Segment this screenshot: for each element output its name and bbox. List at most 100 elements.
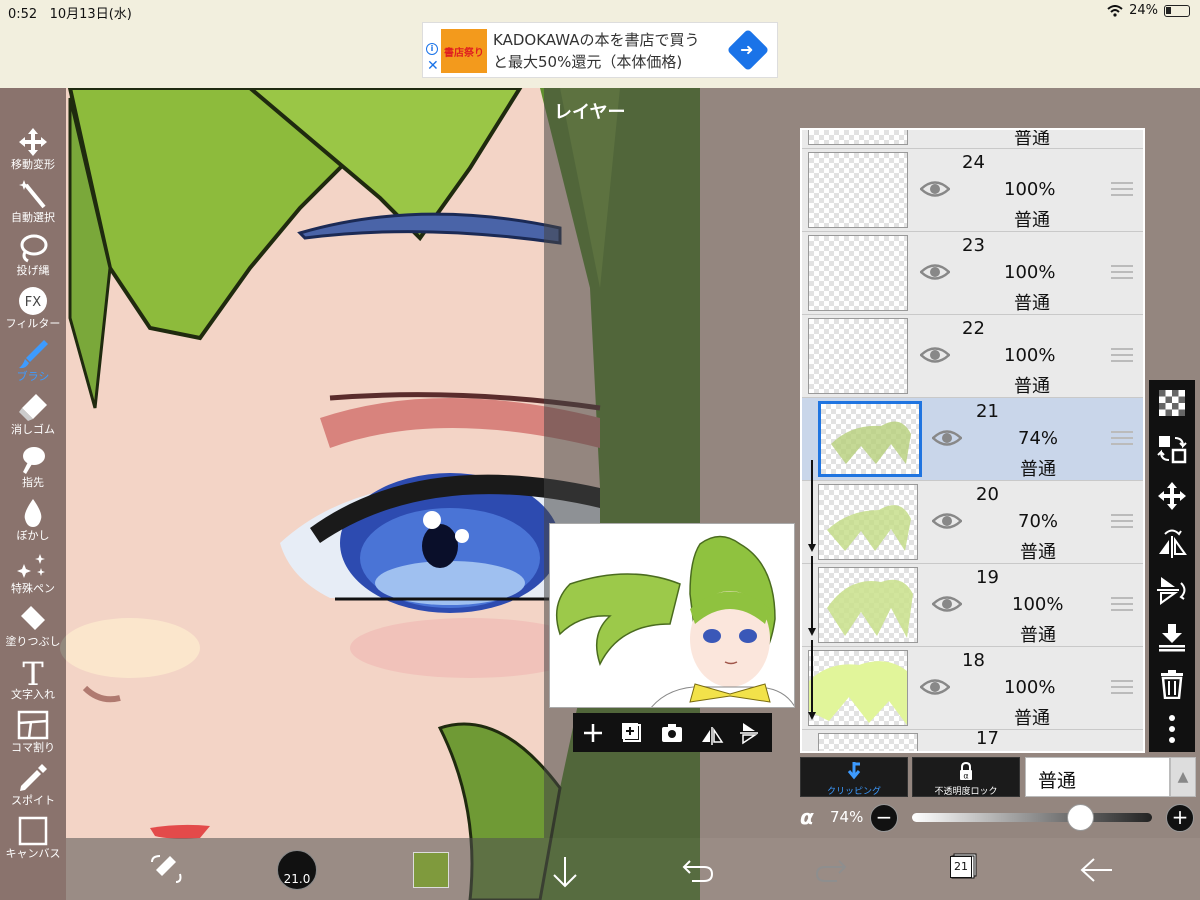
layer-blend-mode: 普通	[1014, 128, 1050, 149]
redo-icon[interactable]	[815, 855, 847, 885]
layer-thumbnail	[818, 484, 918, 560]
special-pen-icon	[17, 554, 45, 578]
ad-banner[interactable]: i ✕ 書店祭り KADOKAWAの本を書店で買う と最大50%還元（本体価格)…	[422, 22, 778, 78]
brush-size-button[interactable]: 21.0	[277, 850, 317, 890]
visibility-eye-icon[interactable]	[932, 512, 962, 530]
opacity-increase-button[interactable]: +	[1166, 804, 1194, 832]
battery-percent: 24%	[1129, 3, 1158, 18]
undo-icon[interactable]	[682, 855, 714, 885]
blend-mode-select[interactable]: 普通	[1025, 757, 1170, 797]
layer-thumbnail	[818, 733, 918, 751]
layer-swap-icon[interactable]	[1157, 434, 1187, 464]
merge-down-icon[interactable]	[1157, 622, 1187, 652]
drag-handle-icon[interactable]	[1111, 597, 1133, 611]
tool-fill[interactable]: 塗りつぶし	[0, 601, 66, 654]
transparency-icon[interactable]	[1157, 388, 1187, 418]
drag-handle-icon[interactable]	[1111, 265, 1133, 279]
ad-image[interactable]: 書店祭り	[441, 29, 487, 73]
tool-brush[interactable]: ブラシ	[0, 336, 66, 389]
tool-eraser[interactable]: 消しゴム	[0, 389, 66, 442]
layer-blend-mode: 普通	[1020, 625, 1056, 646]
layer-row[interactable]: 24 100% 普通	[802, 149, 1143, 232]
bottom-toolbar	[66, 838, 1200, 900]
drag-handle-icon[interactable]	[1111, 514, 1133, 528]
layer-opacity: 100%	[1004, 677, 1056, 698]
alpha-lock-label: 不透明度ロック	[934, 787, 998, 797]
back-arrow-icon[interactable]	[1080, 855, 1114, 885]
ad-info-icon[interactable]: i	[426, 43, 438, 55]
tool-label: キャンバス	[5, 847, 61, 860]
layer-row[interactable]: 22 100% 普通	[802, 315, 1143, 398]
layer-count[interactable]: 21	[950, 856, 972, 878]
opacity-slider[interactable]	[912, 813, 1152, 822]
tool-label: 自動選択	[11, 211, 55, 224]
tool-filter[interactable]: FX フィルター	[0, 283, 66, 336]
drag-handle-icon[interactable]	[1111, 680, 1133, 694]
blend-mode-arrow-icon[interactable]: ▲	[1170, 757, 1196, 797]
tool-blur[interactable]: ぼかし	[0, 495, 66, 548]
brush-eraser-swap-icon[interactable]	[148, 852, 184, 888]
layer-row-partial-top[interactable]: 普通	[802, 128, 1143, 149]
ad-close-icon[interactable]: ✕	[427, 59, 439, 73]
camera-icon[interactable]	[660, 721, 684, 745]
canvas-icon	[18, 816, 48, 846]
drag-handle-icon[interactable]	[1111, 431, 1133, 445]
visibility-eye-icon[interactable]	[920, 346, 950, 364]
ad-open-icon[interactable]: ➜	[726, 28, 770, 72]
opacity-decrease-button[interactable]: −	[870, 804, 898, 832]
tool-text[interactable]: T 文字入れ	[0, 654, 66, 707]
move-layer-icon[interactable]	[1157, 481, 1187, 511]
layer-row[interactable]: 23 100% 普通	[802, 232, 1143, 315]
current-color-swatch[interactable]	[413, 852, 449, 888]
lasso-icon	[20, 234, 48, 263]
fx-icon: FX	[19, 287, 47, 315]
alpha-lock-button[interactable]: α 不透明度ロック	[912, 757, 1020, 797]
add-icon[interactable]	[581, 721, 605, 745]
layer-row-partial-bottom[interactable]: 17	[802, 728, 1143, 751]
visibility-eye-icon[interactable]	[932, 429, 962, 447]
layer-opacity: 100%	[1012, 594, 1064, 615]
flip-vertical-icon[interactable]	[1157, 575, 1187, 605]
trash-icon[interactable]	[1157, 669, 1187, 699]
tool-label: 移動変形	[11, 158, 55, 171]
layer-list[interactable]: 普通 24 100% 普通 23 100% 普通 22 100% 普通 21 7…	[800, 128, 1145, 753]
layer-blend-mode: 普通	[1014, 293, 1050, 314]
tool-label: コマ割り	[11, 741, 55, 754]
layer-row-selected[interactable]: 21 74% 普通	[802, 398, 1143, 481]
visibility-eye-icon[interactable]	[920, 263, 950, 281]
layer-thumbnail	[808, 130, 908, 145]
tool-eyedropper[interactable]: スポイト	[0, 760, 66, 813]
tool-lasso[interactable]: 投げ縄	[0, 230, 66, 283]
tool-auto-select[interactable]: 自動選択	[0, 177, 66, 230]
tool-finger[interactable]: 指先	[0, 442, 66, 495]
visibility-eye-icon[interactable]	[920, 180, 950, 198]
drag-handle-icon[interactable]	[1111, 182, 1133, 196]
layer-row-clipped[interactable]: 20 70% 普通	[802, 481, 1143, 564]
flip-horizontal-icon[interactable]	[1157, 528, 1187, 558]
flip-horizontal-icon[interactable]	[700, 721, 724, 745]
tool-label: 文字入れ	[11, 688, 55, 701]
drag-handle-icon[interactable]	[1111, 348, 1133, 362]
flip-vertical-icon[interactable]	[740, 721, 764, 745]
layer-opacity: 74%	[1018, 428, 1059, 449]
tool-special-pen[interactable]: 特殊ペン	[0, 548, 66, 601]
status-date: 10月13日(水)	[49, 7, 132, 22]
reference-preview[interactable]	[549, 523, 795, 708]
more-icon[interactable]	[1157, 714, 1187, 744]
layer-row[interactable]: 18 100% 普通	[802, 647, 1143, 730]
clipping-button[interactable]: クリッピング	[800, 757, 908, 797]
tool-move-transform[interactable]: 移動変形	[0, 124, 66, 177]
layer-thumbnail	[808, 318, 908, 394]
visibility-eye-icon[interactable]	[932, 595, 962, 613]
layer-number: 23	[962, 235, 985, 256]
alpha-value: 74%	[830, 808, 864, 826]
download-arrow-icon[interactable]	[550, 855, 580, 889]
tool-frame-divider[interactable]: コマ割り	[0, 707, 66, 760]
tool-canvas[interactable]: キャンバス	[0, 813, 66, 866]
ad-line-1: KADOKAWAの本を書店で買う	[493, 31, 700, 49]
visibility-eye-icon[interactable]	[920, 678, 950, 696]
add-image-icon[interactable]	[620, 721, 644, 745]
move-icon	[19, 128, 47, 156]
layer-row-clipped[interactable]: 19 100% 普通	[802, 564, 1143, 647]
opacity-slider-knob[interactable]	[1067, 804, 1095, 831]
